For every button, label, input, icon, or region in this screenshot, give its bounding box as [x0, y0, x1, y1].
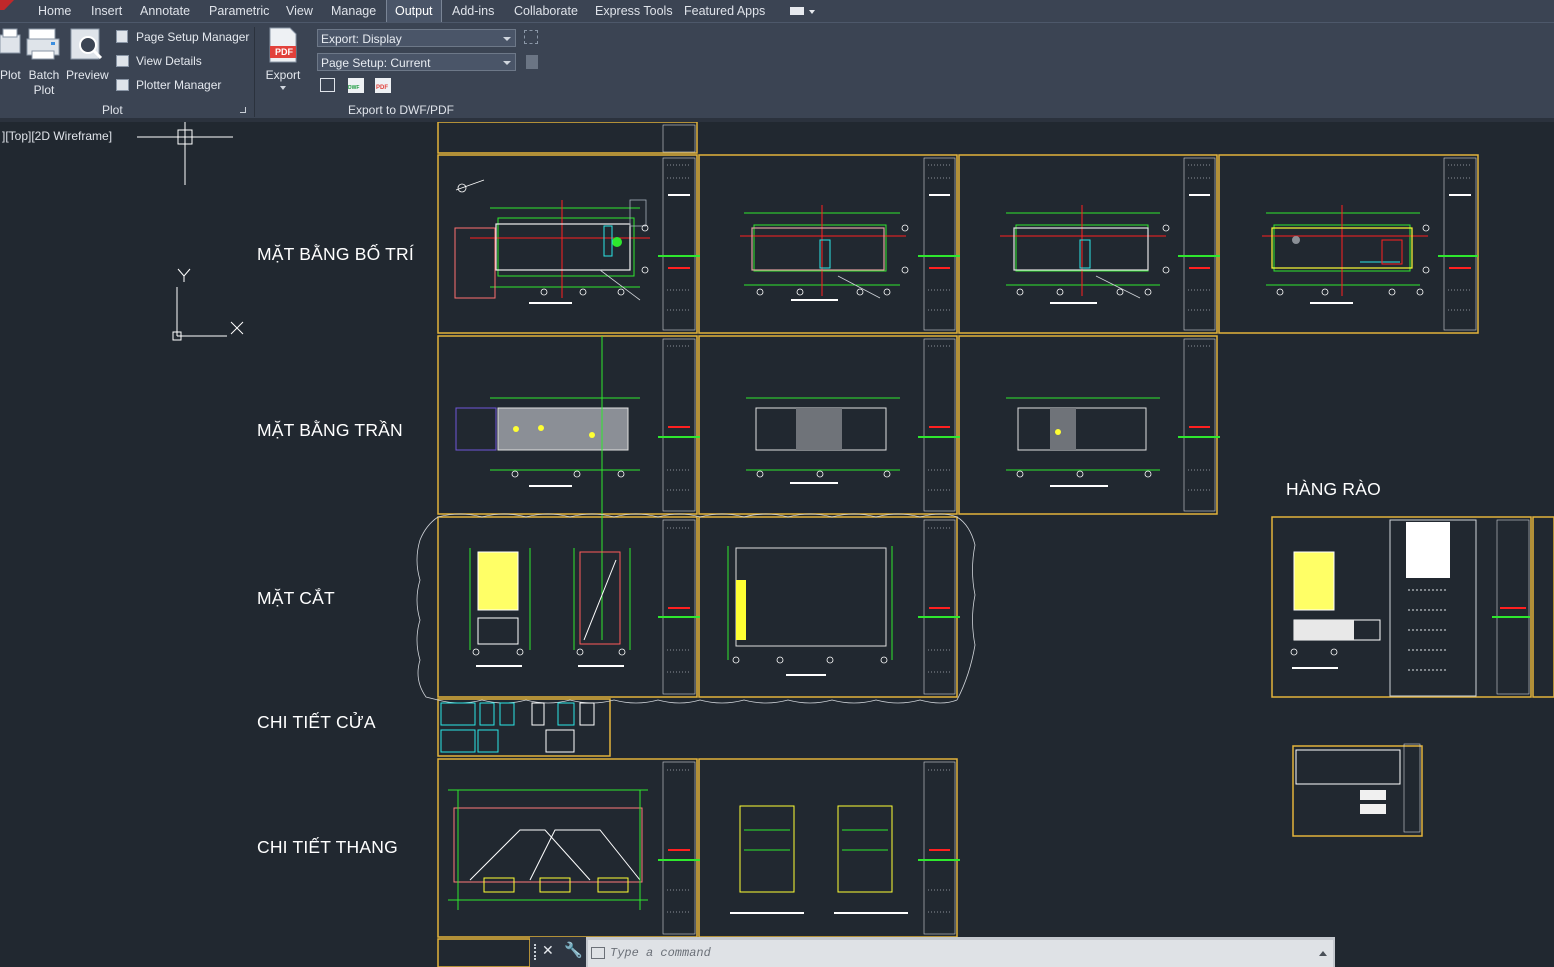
export-pdf-icon[interactable]: PDF	[375, 78, 391, 93]
plot-button[interactable]: Plot	[0, 27, 22, 83]
tab-manage[interactable]: Manage	[331, 0, 376, 22]
tab-add-ins[interactable]: Add-ins	[452, 0, 494, 22]
export-label: Export	[265, 68, 301, 82]
pdf-badge: PDF	[275, 47, 293, 57]
command-line-grip[interactable]: ✕ 🔧	[530, 937, 586, 967]
chevron-down-icon	[280, 86, 286, 90]
page-setup-override-icon[interactable]	[526, 55, 538, 69]
label-mat-bang-tran: MẶT BẰNG TRẦN	[257, 420, 403, 440]
batch-plot-button[interactable]: Batch Plot	[26, 27, 62, 97]
tab-home[interactable]: Home	[38, 0, 71, 22]
door-details	[440, 702, 595, 753]
command-input-placeholder: Type a command	[610, 946, 711, 960]
plotter-manager-icon	[116, 79, 129, 91]
tab-view[interactable]: View	[286, 0, 313, 22]
tab-collaborate[interactable]: Collaborate	[514, 0, 578, 22]
label-mat-bang-bo-tri: MẶT BẰNG BỐ TRÍ	[257, 244, 414, 264]
ribbon-tab-bar: Home Insert Annotate Parametric View Man…	[0, 0, 1554, 22]
wrench-icon[interactable]: 🔧	[564, 941, 583, 959]
view-details-icon	[116, 55, 129, 67]
export-select-value: Export: Display	[321, 32, 402, 46]
chevron-down-icon[interactable]	[809, 10, 815, 14]
plot-panel-title: Plot	[102, 103, 123, 117]
window-select-icon[interactable]	[524, 30, 538, 44]
fence-drawings	[1292, 519, 1477, 814]
stair-drawings	[448, 789, 908, 914]
preview-button[interactable]: Preview	[66, 27, 109, 83]
label-chi-tiet-cua: CHI TIẾT CỬA	[257, 712, 376, 732]
title-block-accents	[658, 194, 1530, 861]
export-button[interactable]: PDF Export	[262, 27, 304, 93]
grip-handle-icon[interactable]	[534, 944, 539, 960]
section-drawings	[416, 513, 976, 704]
drawing-canvas[interactable]	[0, 122, 1554, 967]
view-details-label: View Details	[136, 54, 202, 68]
label-hang-rao: HÀNG RÀO	[1286, 479, 1381, 499]
tab-parametric[interactable]: Parametric	[209, 0, 269, 22]
title-blocks	[662, 124, 1530, 935]
crosshair-cursor	[137, 122, 233, 185]
pdf-export-icon	[269, 27, 297, 63]
page-setup-manager-label: Page Setup Manager	[136, 30, 250, 44]
chevron-down-icon	[503, 37, 511, 41]
page-setup-select-value: Page Setup: Current	[321, 56, 431, 70]
label-chi-tiet-thang: CHI TIẾT THANG	[257, 837, 398, 857]
export-panel-title: Export to DWF/PDF	[348, 103, 455, 117]
command-prompt-icon	[591, 947, 605, 959]
panel-launcher-icon[interactable]	[240, 107, 246, 113]
tab-insert[interactable]: Insert	[91, 0, 122, 22]
title-block-stripes	[667, 164, 1472, 913]
page-setup-icon	[116, 30, 128, 43]
tab-featured-apps[interactable]: Featured Apps	[684, 0, 765, 22]
command-line: ✕ 🔧 Type a command	[530, 937, 1335, 967]
tab-annotate[interactable]: Annotate	[140, 0, 190, 22]
ucs-icon	[172, 268, 244, 341]
page-setup-manager-button[interactable]: Page Setup Manager	[114, 28, 250, 46]
batch-plot-label: Batch Plot	[28, 68, 60, 97]
page-setup-select[interactable]: Page Setup: Current	[317, 53, 516, 71]
view-details-button[interactable]: View Details	[114, 52, 214, 70]
export-select[interactable]: Export: Display	[317, 29, 516, 47]
plotter-manager-button[interactable]: Plotter Manager	[114, 76, 234, 94]
preview-label: Preview	[66, 68, 109, 82]
chevron-up-icon[interactable]	[1319, 951, 1327, 956]
plotter-manager-label: Plotter Manager	[136, 78, 222, 92]
preview-export-icon[interactable]	[320, 78, 335, 92]
dwf-badge: DWF	[348, 85, 360, 91]
floor-plans-layout	[454, 179, 1428, 304]
pdf-small-badge: PDF	[376, 85, 388, 91]
app-logo-icon[interactable]	[0, 0, 14, 10]
batch-plot-icon	[26, 28, 60, 60]
panel-separator	[254, 27, 255, 117]
export-dwf-icon[interactable]: DWF	[348, 78, 364, 93]
tab-output[interactable]: Output	[386, 0, 442, 22]
command-input[interactable]: Type a command	[588, 940, 1333, 967]
preview-icon	[70, 28, 103, 60]
plot-label: Plot	[0, 68, 21, 82]
tab-express-tools[interactable]: Express Tools	[595, 0, 673, 22]
ribbon-panel: Plot Batch Plot Preview Page Setup Manag…	[0, 22, 1554, 119]
ribbon-minimize-icon[interactable]	[790, 7, 804, 15]
printer-icon	[0, 28, 21, 54]
ceiling-plans	[455, 336, 1160, 640]
chevron-down-icon	[503, 61, 511, 65]
label-mat-cat: MẶT CẮT	[257, 588, 335, 608]
drawing-sheets	[437, 122, 1554, 967]
close-icon[interactable]: ✕	[542, 942, 554, 959]
